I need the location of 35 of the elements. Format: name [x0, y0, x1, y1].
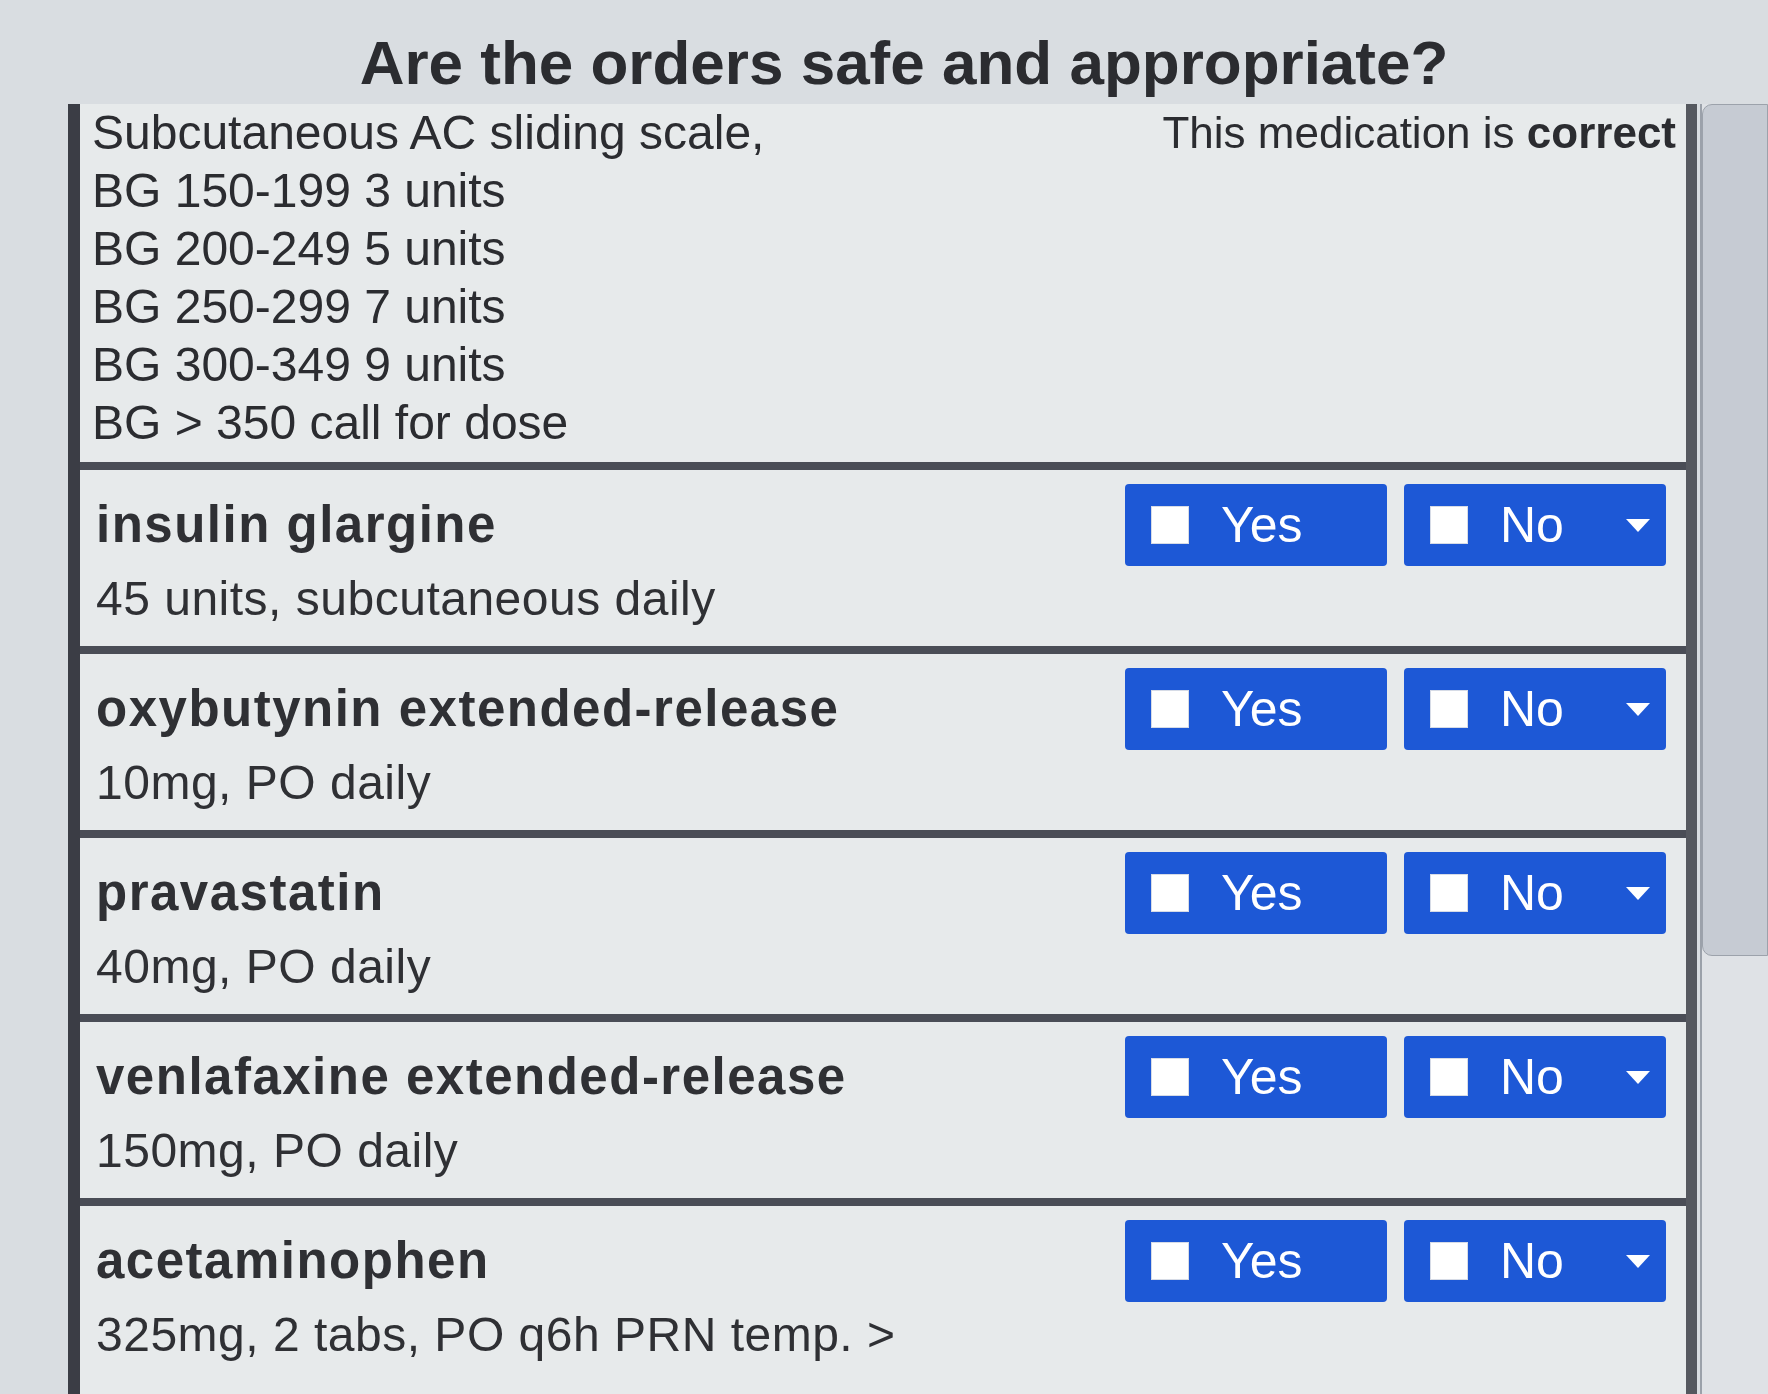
order-detail-line: BG 250-299 7 units [92, 279, 507, 335]
medication-name: insulin glargine [96, 495, 498, 555]
order-detail-line: BG 150-199 3 units [92, 163, 507, 219]
yes-button[interactable]: Yes [1125, 1220, 1387, 1302]
order-detail-line: BG 300-349 9 units [92, 337, 507, 393]
order-detail-line: Subcutaneous AC sliding scale, [92, 105, 766, 161]
no-button[interactable]: No [1404, 852, 1666, 934]
no-button[interactable]: No [1404, 668, 1666, 750]
yes-button[interactable]: Yes [1125, 668, 1387, 750]
medication-name: acetaminophen [96, 1231, 491, 1291]
yes-button[interactable]: Yes [1125, 852, 1387, 934]
dose-text: 45 units, subcutaneous daily [96, 571, 717, 627]
caret-icon [1626, 702, 1650, 716]
dose-text: 150mg, PO daily [96, 1123, 460, 1179]
no-button[interactable]: No [1404, 484, 1666, 566]
dose-text: 10mg, PO daily [96, 755, 433, 811]
page-title: Are the orders safe and appropriate? [358, 27, 1450, 99]
column-header: This medication is correct [1162, 107, 1677, 159]
caret-icon [1626, 1070, 1650, 1084]
yes-button[interactable]: Yes [1125, 484, 1387, 566]
scrollbar-thumb[interactable] [1702, 104, 1768, 956]
order-detail-line: BG 200-249 5 units [92, 221, 507, 277]
yes-button[interactable]: Yes [1125, 1036, 1387, 1118]
no-button[interactable]: No [1404, 1220, 1666, 1302]
medication-name: oxybutynin extended-release [96, 679, 841, 739]
caret-icon [1626, 518, 1650, 532]
medication-name: pravastatin [96, 863, 386, 923]
caret-icon [1626, 1254, 1650, 1268]
no-button[interactable]: No [1404, 1036, 1666, 1118]
order-detail-line: BG > 350 call for dose [92, 395, 570, 451]
caret-icon [1626, 886, 1650, 900]
dose-text: 40mg, PO daily [96, 939, 433, 995]
dose-text: 325mg, 2 tabs, PO q6h PRN temp. > [96, 1307, 897, 1363]
scrollbar-track[interactable] [1700, 104, 1768, 1394]
medication-name: venlafaxine extended-release [96, 1047, 848, 1107]
